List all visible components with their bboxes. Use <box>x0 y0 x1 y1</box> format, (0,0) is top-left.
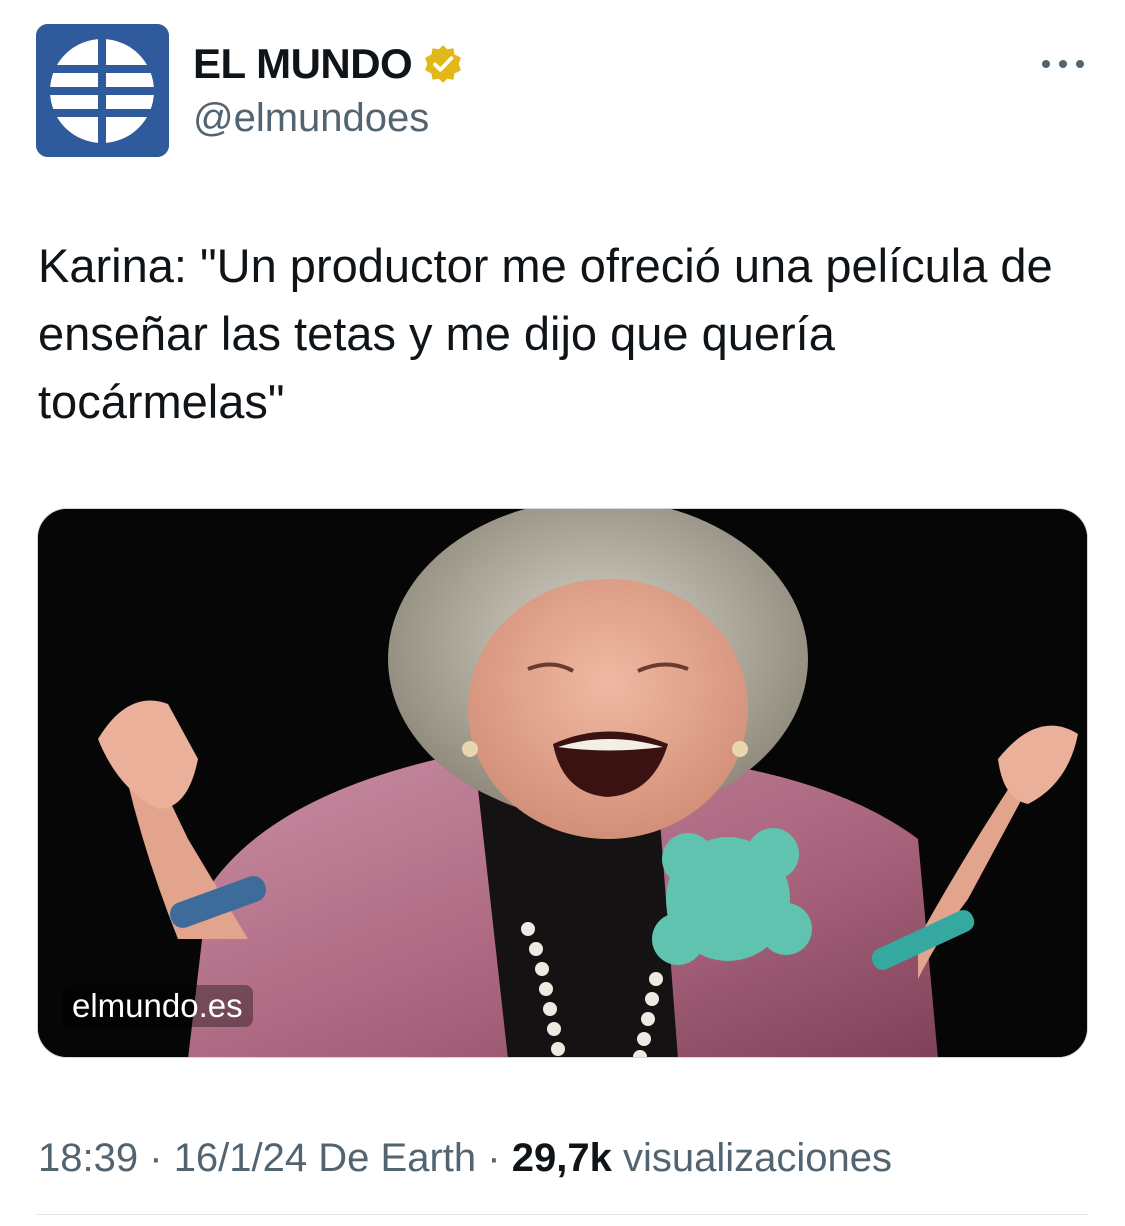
views-label: visualizaciones <box>622 1136 892 1180</box>
photo-illustration <box>38 509 1087 1057</box>
author-handle[interactable]: @elmundoes <box>193 94 429 142</box>
divider <box>36 1214 1089 1215</box>
tweet-date[interactable]: 16/1/24 <box>174 1136 307 1180</box>
display-name[interactable]: EL MUNDO <box>193 38 413 90</box>
el-mundo-globe-logo-icon <box>36 24 169 157</box>
verified-badge-icon <box>425 45 462 83</box>
meta-separator: · <box>487 1136 501 1180</box>
media-source-label: elmundo.es <box>62 985 253 1027</box>
avatar[interactable] <box>36 24 169 157</box>
tweet-time[interactable]: 18:39 <box>38 1136 138 1180</box>
tweet-text: Karina: "Un productor me ofreció una pel… <box>38 239 1066 428</box>
more-dots-icon[interactable] <box>1038 50 1088 78</box>
tweet-photo[interactable]: elmundo.es <box>37 508 1088 1058</box>
meta-separator: · <box>149 1136 163 1180</box>
tweet-meta: 18:39 · 16/1/24 De Earth · 29,7k visuali… <box>38 1130 892 1186</box>
tweet-via: De Earth <box>318 1136 477 1180</box>
author-name-row[interactable]: EL MUNDO <box>193 38 464 90</box>
views-count[interactable]: 29,7k <box>512 1136 612 1180</box>
